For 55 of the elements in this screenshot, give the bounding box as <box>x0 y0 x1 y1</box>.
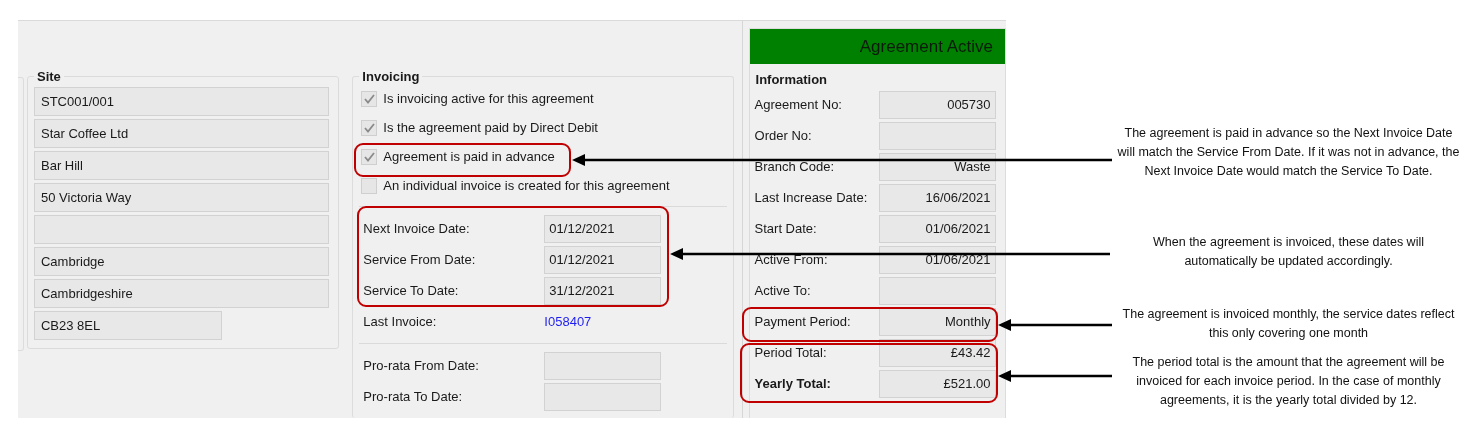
info-field[interactable]: 16/06/2021 <box>878 183 996 212</box>
checkbox[interactable] <box>361 177 378 194</box>
checkbox-label: Is invoicing active for this agreement <box>383 91 594 106</box>
group-title: Site <box>36 69 62 84</box>
field-label: Pro-rata To Date: <box>363 389 464 405</box>
checkbox-label: Is the agreement paid by Direct Debit <box>383 120 598 136</box>
checkbox-label: An individual invoice is created for this agreement <box>383 178 670 194</box>
annotation-text: The agreement is invoiced monthly, the service dates reflect this only covering one month <box>1121 306 1456 342</box>
date-field[interactable]: 31/12/2021 <box>544 276 662 305</box>
field-label: Payment Period: <box>754 314 852 329</box>
info-field[interactable]: £521.00 <box>878 369 996 398</box>
field-label: Branch Code: <box>754 159 836 174</box>
field-label: Order No: <box>754 128 813 143</box>
info-field[interactable]: 005730 <box>878 90 996 119</box>
checkbox-label: Agreement is paid in advance <box>383 149 555 165</box>
field-label: Agreement No: <box>754 97 843 112</box>
site-field[interactable]: Cambridgeshire <box>34 279 329 308</box>
checkbox[interactable] <box>361 119 378 136</box>
field-label: Period Total: <box>754 345 828 360</box>
field-label: Pro-rata From Date: <box>363 358 480 374</box>
date-field[interactable]: 01/12/2021 <box>544 214 662 243</box>
date-field[interactable] <box>544 351 662 380</box>
field-label: Start Date: <box>754 221 818 236</box>
field-label: Yearly Total: <box>754 376 832 391</box>
annotation-text: The period total is the amount that the agreement will be invoiced for each invoice period. In the case of monthly agreements, it is the yearly total divided by 12. <box>1131 354 1446 409</box>
site-field[interactable] <box>34 215 329 244</box>
field-label: Service From Date: <box>363 252 477 268</box>
invoice-link[interactable]: I058407 <box>544 314 592 330</box>
info-field[interactable]: Monthly <box>878 307 996 336</box>
section-title: Information <box>755 72 829 87</box>
field-label: Next Invoice Date: <box>363 221 471 237</box>
field-label: Last Increase Date: <box>754 190 869 205</box>
date-field[interactable]: 01/12/2021 <box>544 245 662 274</box>
info-field[interactable] <box>878 276 996 305</box>
site-field[interactable]: 50 Victoria Way <box>34 183 329 212</box>
info-field[interactable]: 01/06/2021 <box>878 214 996 243</box>
site-field[interactable]: Star Coffee Ltd <box>34 119 329 148</box>
checkbox[interactable] <box>361 148 378 165</box>
info-field[interactable] <box>878 121 996 150</box>
field-label: Last Invoice: <box>363 314 438 330</box>
status-banner: Agreement Active <box>749 29 1005 64</box>
info-field[interactable]: Waste <box>878 152 996 181</box>
site-field[interactable]: Bar Hill <box>34 151 329 180</box>
field-label: Service To Date: <box>363 283 460 299</box>
field-label: Active From: <box>754 252 829 267</box>
group-title: Invoicing <box>361 69 421 84</box>
annotation-text: The agreement is paid in advance so the Next Invoice Date will match the Service From Date. If it was not in advance, the Next Invoice Date would match the Service To Date. <box>1116 125 1461 180</box>
info-field[interactable]: 01/06/2021 <box>878 245 996 274</box>
date-field[interactable] <box>544 382 662 411</box>
checkbox[interactable] <box>361 90 378 107</box>
annotation-text: When the agreement is invoiced, these dates will automatically be updated accordingly. <box>1152 234 1425 270</box>
site-field[interactable]: STC001/001 <box>34 87 329 116</box>
site-field[interactable]: CB23 8EL <box>34 311 222 340</box>
field-label: Active To: <box>754 283 812 298</box>
site-field[interactable]: Cambridge <box>34 247 329 276</box>
